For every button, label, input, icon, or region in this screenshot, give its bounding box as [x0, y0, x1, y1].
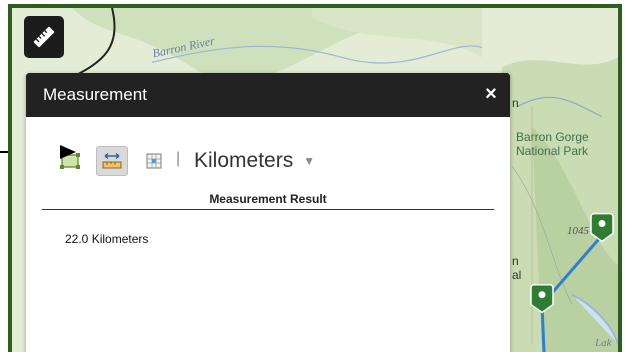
map-label-lake: Lak [595, 337, 612, 349]
location-icon [146, 153, 162, 169]
result-value: 22.0 Kilometers [65, 232, 149, 246]
distance-icon [102, 152, 122, 169]
map-label-fragment: n [512, 96, 519, 110]
caret-down-icon: ▼ [303, 154, 316, 168]
distance-tool-button[interactable] [96, 146, 128, 176]
location-tool-button[interactable] [138, 146, 170, 176]
result-heading: Measurement Result [209, 192, 327, 206]
map-label-fragment: n [512, 254, 519, 268]
panel-header: Measurement × [26, 73, 510, 117]
map-label-national-park: Barron Gorge National Park [516, 130, 589, 158]
ruler-icon [33, 26, 55, 48]
close-button[interactable]: × [480, 82, 502, 106]
panel-title: Measurement [43, 85, 147, 104]
map-label-elevation: 1045 [567, 225, 589, 237]
toolbar-separator: | [176, 150, 181, 167]
unit-selected-value: Kilometers [194, 149, 294, 172]
unit-dropdown[interactable]: Kilometers ▼ [194, 146, 315, 176]
measure-tool-button[interactable] [24, 16, 64, 58]
measurement-panel: Measurement × | Kilometers ▼ Measurement… [26, 73, 510, 352]
result-divider [42, 209, 494, 210]
map-frame[interactable]: Barron River Barron Gorge National Park … [8, 4, 622, 352]
callout-arrowhead-icon [60, 145, 76, 159]
map-label-fragment: al [512, 268, 522, 282]
